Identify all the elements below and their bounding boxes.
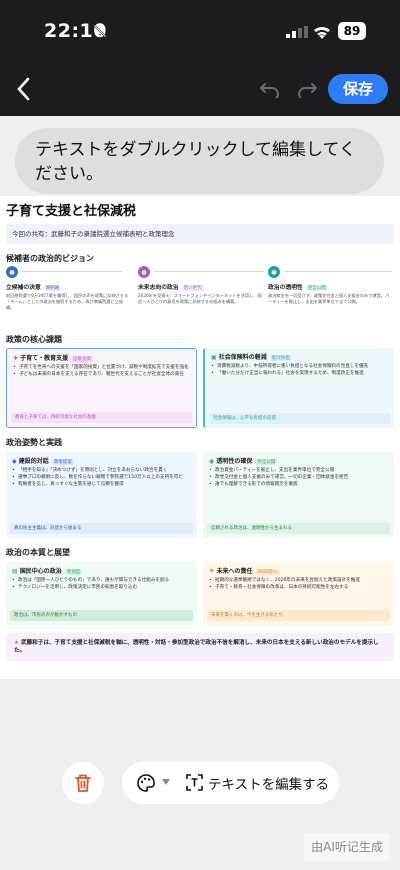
section-title-essence[interactable]: 政治の本質と展望 [6, 547, 70, 558]
vision-title: 立候補の決意 [6, 285, 41, 291]
editor-stage: テキストをダブルクリックして編集してください。 子育て支援と社保減税 今回の共有… [0, 116, 400, 870]
card-bullet: 「働いた分だけ正当に報われる」社会を実現するため、制度改正を推進 [211, 370, 388, 377]
trash-icon [75, 774, 91, 792]
card-bullet: 消費税減税より、中低所得者に重い負担となる社会保険料の見直しを優先 [211, 363, 388, 370]
card-bullet: 政治は「国民一人ひとりのもの」であり、誰もが関与できる仕組みを創る [12, 577, 191, 584]
card-bullet: 選挙プロの戦術に反し、数を作らない戦略で参院選で150万人以上の支持を得た [12, 474, 191, 481]
battery-icon: 89 [338, 22, 366, 40]
card-title: 社会保険料の軽減 [218, 354, 267, 361]
doc-title[interactable]: 子育て支援と社保減税 [6, 200, 136, 219]
policy-card-dialogue[interactable]: ◆ 建設的対話政策提案 「相手を知る」「決めつけず」を原則とし、対立をあおらない… [6, 452, 197, 538]
card-bullet: 子育てを世帯への支援を「国家的投資」と位置づけ、減税や制度拡充で支援を強化 [13, 364, 190, 371]
vision-desc: 前回参院選で9万3957票を獲得し、国民の声を政策に反映させる「チーム」としての… [6, 293, 129, 310]
vision-step[interactable]: ● 未来志向の政治 若い世代 2026年を見据え、スマートフォンやインターネットを… [138, 266, 262, 305]
bell-muted-icon [93, 24, 107, 38]
card-title: 建設的対話 [18, 458, 49, 465]
share-banner[interactable]: 今回の共有：武藤和子の衆議院選立候補表明と政策理念 [6, 224, 394, 244]
policy-card-future[interactable]: ⚑ 未来への責任2026年へ 短期的な選挙戦術ではなく、2026年の未来を見据え… [203, 562, 394, 625]
card-footer: 政治は、市民の声が動かすもの [10, 610, 193, 621]
card-tag: 2026年へ [255, 569, 280, 575]
ai-generated-label: 由AI听记生成 [304, 833, 390, 861]
card-bullet: 有権者を信じ、真っすぐな主張を通じて信頼を獲得 [12, 481, 191, 488]
card-bullet: 政治資金パーティーを廃止し、支出を業界単位で完全公開 [209, 467, 388, 474]
card-tag: 国家投資 [71, 356, 94, 362]
policy-card-insurance[interactable]: ▣ 社会保険料の軽減家計負担 消費税減税より、中低所得者に重い負担となる社会保険… [203, 348, 394, 428]
globe-icon: ● [268, 266, 280, 278]
wifi-icon [314, 26, 330, 39]
card-bullet: テクノロジーを活用し、政策決定に市民の知恵を取り込む [12, 584, 191, 591]
card-footer: 未来を築くのは、今を生きる私たち [207, 610, 390, 621]
vision-tag: 若い世代 [181, 285, 204, 291]
summary-box[interactable]: ★ 武藤和子は、子育て支援と社保減税を軸に、透明性・対話・参加型政治で政治不信を… [6, 633, 394, 661]
vision-title: 政治の透明性 [268, 285, 303, 291]
section-title-stance[interactable]: 政治姿勢と実践 [6, 437, 62, 448]
person-icon: ● [6, 266, 18, 278]
vision-title: 未来志向の政治 [138, 285, 179, 291]
card-title: 子育て・教育支援 [20, 355, 69, 362]
card-bullet: 短期的な選挙戦術ではなく、2026年の未来を見据えた政策設計を推進 [209, 577, 388, 584]
card-bullet: 政党交付金と個人支援のみで運営、一切の企業・団体献金を拒否 [209, 474, 388, 481]
star-icon: ★ [14, 640, 21, 646]
edit-text-button[interactable]: テキストを編集する [208, 773, 329, 793]
summary-text: 武藤和子は、子育て支援と社保減税を軸に、透明性・対話・参加型政治で政治不信を解消… [14, 640, 379, 654]
card-footer: 社会保険は、公平な負担の前提 [209, 413, 390, 424]
card-footer: 信頼される政治は、透明性から生まれる [207, 523, 390, 534]
card-title: 未来への責任 [216, 568, 253, 575]
vision-desc: 政治献金を一切受けず、政策交付金と個人支援金のみで運営。パーティーを廃止し、支出… [268, 293, 390, 304]
vision-tag: 完全公開 [305, 285, 328, 291]
palette-icon[interactable] [136, 773, 156, 793]
card-title: 国民中心の政治 [19, 568, 62, 575]
signal-icon [286, 26, 308, 38]
card-footer: 教育と子育ては、持続可能な社会の基盤 [11, 412, 192, 423]
card-bullet: 子どもは未来の日本を支える存在であり、親世代を支えることが社会全体の責任 [13, 371, 190, 378]
save-button[interactable]: 保存 [328, 74, 388, 104]
chevron-down-icon[interactable] [162, 779, 170, 785]
back-arrow-icon[interactable] [14, 76, 34, 102]
vision-step[interactable]: ● 立候補の決意 真剣味 前回参院選で9万3957票を獲得し、国民の声を政策に反映… [6, 266, 130, 311]
policy-card-citizen[interactable]: ▤ 国民中心の政治参加型 政治は「国民一人ひとりのもの」であり、誰もが関与できる… [6, 562, 197, 625]
document-canvas[interactable]: 子育て支援と社保減税 今回の共有：武藤和子の衆議院選立候補表明と政策理念 候補者… [0, 196, 400, 679]
card-title: 透明性の確保 [216, 458, 253, 465]
policy-card-transparency[interactable]: ◉ 透明性の確保完全公開 政治資金パーティーを廃止し、支出を業界単位で完全公開政… [203, 452, 394, 538]
card-tag: 政策提案 [51, 459, 74, 465]
card-tag: 完全公開 [255, 459, 278, 465]
card-bullet: 誰でも理解できる形での情報開示を徹底 [209, 481, 388, 488]
vision-step[interactable]: ● 政治の透明性 完全公開 政治献金を一切受けず、政策交付金と個人支援金のみで運営… [268, 266, 392, 305]
section-title-core[interactable]: 政策の核心課題 [6, 334, 62, 345]
lightbulb-icon: ● [138, 266, 150, 278]
card-footer: 真の民主主義は、対話から始まる [10, 523, 193, 534]
delete-button[interactable] [62, 762, 104, 804]
card-bullet: 「相手を知る」「決めつけず」を原則とし、対立をあおらない政治を貫く [12, 467, 191, 474]
section-title-vision[interactable]: 候補者の政治的ビジョン [6, 253, 94, 264]
card-bullet: 子育て・教育・社会保障の改革は、日本の持続可能性を左右する [209, 584, 388, 591]
nav-bar: 保存 [0, 62, 400, 116]
vision-desc: 2026年を見据え、スマートフォンやインターネットを活用し、国民一人ひとりの意見… [138, 293, 262, 304]
redo-icon[interactable] [296, 80, 318, 98]
bottom-toolbar: テキストを編集する [122, 762, 339, 804]
undo-icon[interactable] [259, 80, 281, 98]
policy-card-childcare[interactable]: ✚ 子育て・教育支援国家投資 子育てを世帯への支援を「国家的投資」と位置づけ、減… [6, 348, 197, 428]
status-bar: 22:10 89 [0, 0, 400, 62]
edit-hint-bubble[interactable]: テキストをダブルクリックして編集してください。 [15, 128, 384, 194]
vision-tag: 真剣味 [43, 285, 62, 291]
card-tag: 家計負担 [269, 355, 292, 361]
vision-timeline: ● 立候補の決意 真剣味 前回参院選で9万3957票を獲得し、国民の声を政策に反映… [6, 266, 394, 326]
text-edit-icon[interactable] [186, 774, 203, 791]
card-tag: 参加型 [64, 569, 83, 575]
